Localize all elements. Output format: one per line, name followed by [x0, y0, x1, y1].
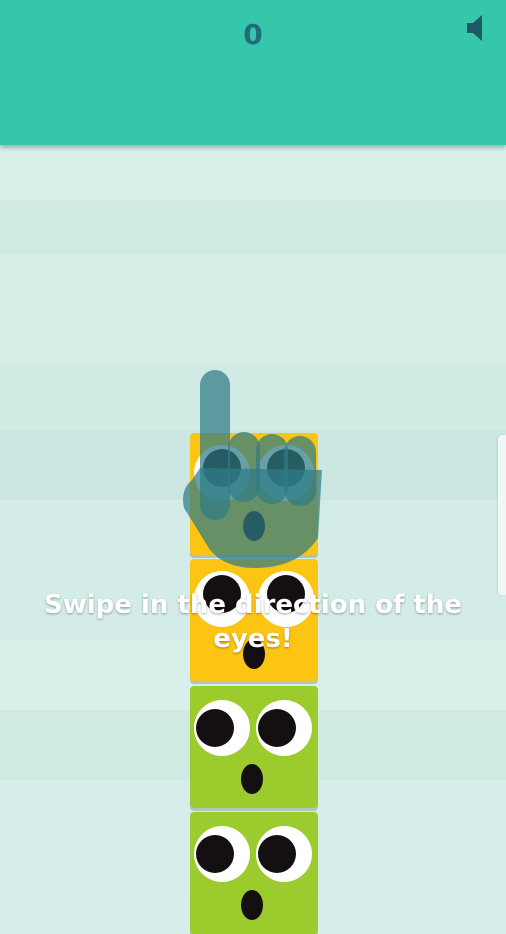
top-bar: 0 — [0, 0, 506, 145]
background-stripe — [0, 145, 506, 200]
pointing-hand-icon — [183, 370, 322, 568]
tutorial-instruction: Swipe in the direction of the eyes! — [43, 590, 462, 654]
score-display: 0 — [243, 18, 263, 51]
mouth — [241, 890, 263, 920]
sound-toggle-button[interactable] — [463, 10, 493, 46]
pupil — [258, 835, 296, 873]
eye — [194, 700, 250, 756]
side-panel-handle[interactable] — [498, 435, 506, 595]
pupil — [196, 835, 234, 873]
speaker-icon — [467, 15, 482, 41]
eye — [256, 826, 312, 882]
pupil — [196, 709, 234, 747]
face-block[interactable] — [190, 812, 318, 934]
mouth — [241, 764, 263, 794]
face-block[interactable] — [190, 686, 318, 808]
eye — [194, 826, 250, 882]
background-stripe — [0, 255, 506, 365]
pupil — [258, 709, 296, 747]
background-stripe — [0, 200, 506, 255]
eye — [256, 700, 312, 756]
